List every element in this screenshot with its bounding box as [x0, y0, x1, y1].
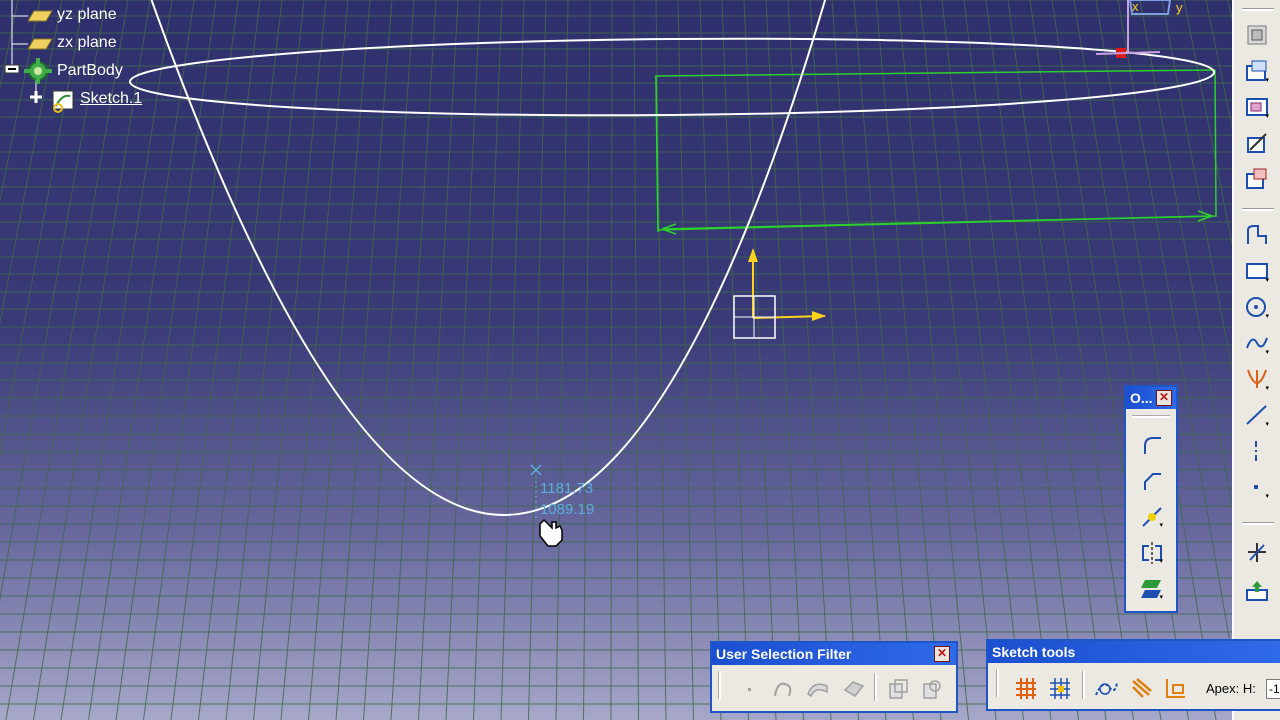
- operations-toolbar-title[interactable]: O... ✕: [1126, 387, 1176, 409]
- user-selection-filter-toolbar: User Selection Filter ✕: [710, 641, 958, 713]
- ellipse-curve: [129, 37, 1215, 117]
- close-icon[interactable]: ✕: [1156, 390, 1172, 406]
- sketch-tools-toolbar: Sketch tools Apex: H: -1: [986, 639, 1280, 711]
- user-selection-filter-title[interactable]: User Selection Filter ✕: [712, 643, 956, 665]
- point-icon[interactable]: ▾: [1242, 472, 1272, 502]
- 3d-viewport[interactable]: yz plane zx plane PartBody Sketch.1 x y …: [0, 0, 1232, 720]
- expand-plus-icon[interactable]: [28, 90, 44, 104]
- apex-h-field[interactable]: -1: [1266, 679, 1280, 699]
- tree-item-zx-plane[interactable]: zx plane: [57, 34, 117, 52]
- collapse-minus-icon[interactable]: [4, 63, 22, 75]
- sketch-icon: [52, 90, 74, 113]
- axis-icon[interactable]: [1242, 436, 1272, 466]
- grid-lines: [0, 0, 1232, 720]
- curve-filter-icon[interactable]: [770, 675, 798, 703]
- feature-element-filter-icon[interactable]: [884, 675, 912, 703]
- grid-icon[interactable]: [1012, 674, 1040, 702]
- user-selection-filter-title-text: User Selection Filter: [716, 646, 852, 662]
- normal-view-icon[interactable]: ▾: [1242, 92, 1272, 122]
- sketch-grid: [0, 0, 1232, 720]
- cut-part-icon[interactable]: ▾: [1242, 56, 1272, 86]
- close-icon[interactable]: ✕: [934, 646, 950, 662]
- apex-h-label: Apex: H:: [1206, 681, 1256, 696]
- line-icon[interactable]: ▾: [1242, 400, 1272, 430]
- project-3d-elements-icon[interactable]: ▾: [1138, 575, 1166, 603]
- exit-sketcher-icon[interactable]: [1242, 538, 1272, 568]
- plane-icon: [28, 10, 53, 22]
- sketch-analysis-icon[interactable]: [1242, 128, 1272, 158]
- profile-icon[interactable]: [1242, 220, 1272, 250]
- snap-to-point-icon[interactable]: [1046, 674, 1074, 702]
- rectangle-icon[interactable]: ▾: [1242, 256, 1272, 286]
- surface-filter-icon[interactable]: [804, 675, 832, 703]
- compass-axis-indicator: x y: [1095, 0, 1183, 58]
- corner-icon[interactable]: [1138, 431, 1166, 459]
- tree-item-partbody[interactable]: PartBody: [57, 62, 123, 80]
- output-feature-icon[interactable]: [1242, 164, 1272, 194]
- partbody-gear-icon: [24, 58, 52, 84]
- circle-icon[interactable]: ▾: [1242, 292, 1272, 322]
- axis-y-label: y: [1176, 0, 1183, 15]
- geometrical-constraints-icon[interactable]: [1128, 674, 1156, 702]
- local-axis-arrows: [748, 248, 826, 321]
- plane-icon: [28, 38, 53, 50]
- mirror-icon[interactable]: ▾: [1138, 539, 1166, 567]
- operations-toolbar-title-text: O...: [1130, 390, 1153, 406]
- sketch-tools-title-text: Sketch tools: [992, 644, 1076, 660]
- sketcher-options-icon[interactable]: [1242, 20, 1272, 50]
- cursor-coord-h: 1181.73: [540, 480, 594, 497]
- local-axis-box-cross: [734, 296, 775, 338]
- conic-icon[interactable]: ▾: [1242, 364, 1272, 394]
- hand-cursor-icon: [539, 518, 563, 547]
- tree-item-sketch-1[interactable]: Sketch.1: [80, 90, 142, 108]
- chamfer-icon[interactable]: [1138, 467, 1166, 495]
- local-axis-lines: [752, 250, 826, 319]
- volume-filter-icon[interactable]: [840, 675, 868, 703]
- geometrical-element-filter-icon[interactable]: [918, 675, 946, 703]
- spline-icon[interactable]: ▾: [1242, 328, 1272, 358]
- tree-item-yz-plane[interactable]: yz plane: [57, 6, 117, 24]
- operations-toolbar: O... ✕ ▾ ▾ ▾: [1124, 385, 1178, 613]
- axis-x-label: x: [1132, 0, 1139, 14]
- point-filter-icon[interactable]: [736, 675, 764, 703]
- update-icon[interactable]: [1242, 576, 1272, 606]
- dimensional-constraints-icon[interactable]: [1162, 674, 1190, 702]
- right-toolbar: ▾ ▾ ▾ ▾ ▾ ▾ ▾ ▾: [1232, 0, 1280, 720]
- construction-element-icon[interactable]: [1092, 674, 1120, 702]
- trim-icon[interactable]: ▾: [1138, 503, 1166, 531]
- sketch-tools-title[interactable]: Sketch tools: [988, 641, 1280, 663]
